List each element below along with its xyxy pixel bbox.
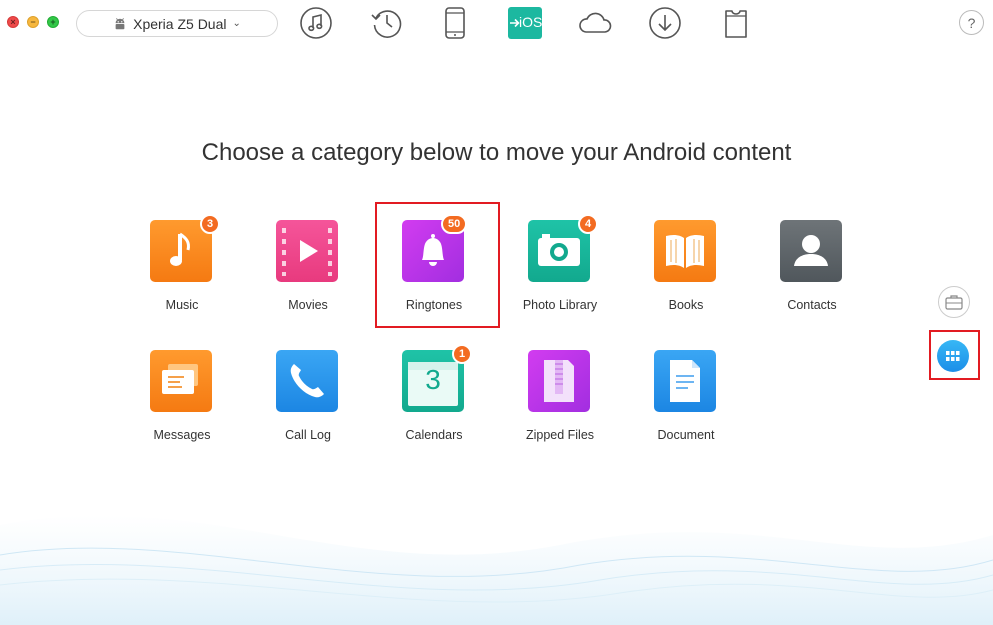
phone-icon bbox=[445, 7, 465, 39]
document-icon bbox=[654, 350, 716, 412]
category-label: Music bbox=[165, 298, 199, 312]
device-selector[interactable]: Xperia Z5 Dual ⌄ bbox=[76, 10, 278, 37]
skin-button[interactable] bbox=[718, 6, 754, 40]
ios-label: iOS bbox=[519, 14, 543, 30]
download-button[interactable] bbox=[647, 6, 683, 40]
window-maximize-button[interactable]: + bbox=[47, 16, 59, 28]
device-name: Xperia Z5 Dual bbox=[133, 15, 227, 32]
messages-icon bbox=[150, 350, 212, 412]
help-button[interactable]: ? bbox=[959, 10, 984, 35]
category-label: Movies bbox=[288, 298, 328, 312]
category-books[interactable]: Books bbox=[623, 220, 749, 330]
window-minimize-button[interactable]: − bbox=[27, 16, 39, 28]
android-to-ios-button[interactable]: iOS bbox=[508, 7, 542, 39]
category-document[interactable]: Document bbox=[623, 350, 749, 460]
movies-icon bbox=[276, 220, 338, 282]
zip-file-icon bbox=[528, 350, 590, 412]
maximize-icon: + bbox=[50, 17, 56, 27]
content-categories-button[interactable] bbox=[937, 340, 969, 372]
category-photo-library[interactable]: 4 Photo Library bbox=[497, 214, 623, 330]
history-icon bbox=[371, 10, 402, 38]
history-button[interactable] bbox=[369, 6, 405, 40]
category-calendars[interactable]: 3 1 Calendars bbox=[371, 344, 497, 460]
chevron-down-icon: ⌄ bbox=[232, 18, 241, 29]
toolbox-button[interactable] bbox=[938, 286, 970, 318]
category-label: Call Log bbox=[285, 428, 331, 442]
apps-grid-icon bbox=[946, 351, 960, 361]
category-label: Contacts bbox=[787, 298, 837, 312]
android-icon bbox=[115, 17, 125, 29]
calendar-day: 3 bbox=[425, 364, 441, 395]
window-close-button[interactable]: × bbox=[7, 16, 19, 28]
calendars-badge: 1 bbox=[452, 344, 473, 364]
close-icon: × bbox=[10, 17, 16, 27]
category-music[interactable]: 3 Music bbox=[119, 214, 245, 330]
toolbar: × − + Xperia Z5 Dual ⌄ iOS ? bbox=[0, 0, 993, 46]
toolbox-icon bbox=[945, 295, 963, 310]
tshirt-icon bbox=[725, 10, 747, 38]
book-icon bbox=[654, 220, 716, 282]
music-library-button[interactable] bbox=[298, 6, 334, 40]
contact-icon bbox=[780, 220, 842, 282]
category-label: Calendars bbox=[405, 428, 463, 442]
ringtones-highlight-box bbox=[375, 202, 500, 328]
category-messages[interactable]: Messages bbox=[119, 350, 245, 460]
category-label: Photo Library bbox=[522, 298, 598, 312]
download-icon bbox=[649, 7, 681, 39]
phone-manager-button[interactable] bbox=[437, 6, 473, 40]
category-label: Books bbox=[668, 298, 704, 312]
cloud-button[interactable] bbox=[577, 6, 613, 40]
category-label: Document bbox=[657, 428, 715, 442]
category-contacts[interactable]: Contacts bbox=[749, 220, 875, 330]
music-badge: 3 bbox=[200, 214, 221, 234]
category-call-log[interactable]: Call Log bbox=[245, 350, 371, 460]
photo-library-badge: 4 bbox=[578, 214, 599, 234]
music-library-icon bbox=[300, 7, 332, 39]
minimize-icon: − bbox=[30, 17, 36, 27]
page-title: Choose a category below to move your And… bbox=[201, 139, 792, 166]
category-label: Messages bbox=[153, 428, 211, 442]
phone-call-icon bbox=[276, 350, 338, 412]
category-label: Zipped Files bbox=[525, 428, 595, 442]
category-zipped-files[interactable]: Zipped Files bbox=[497, 350, 623, 460]
background-waves bbox=[0, 515, 993, 625]
category-movies[interactable]: Movies bbox=[245, 220, 371, 330]
cloud-icon bbox=[579, 12, 612, 33]
